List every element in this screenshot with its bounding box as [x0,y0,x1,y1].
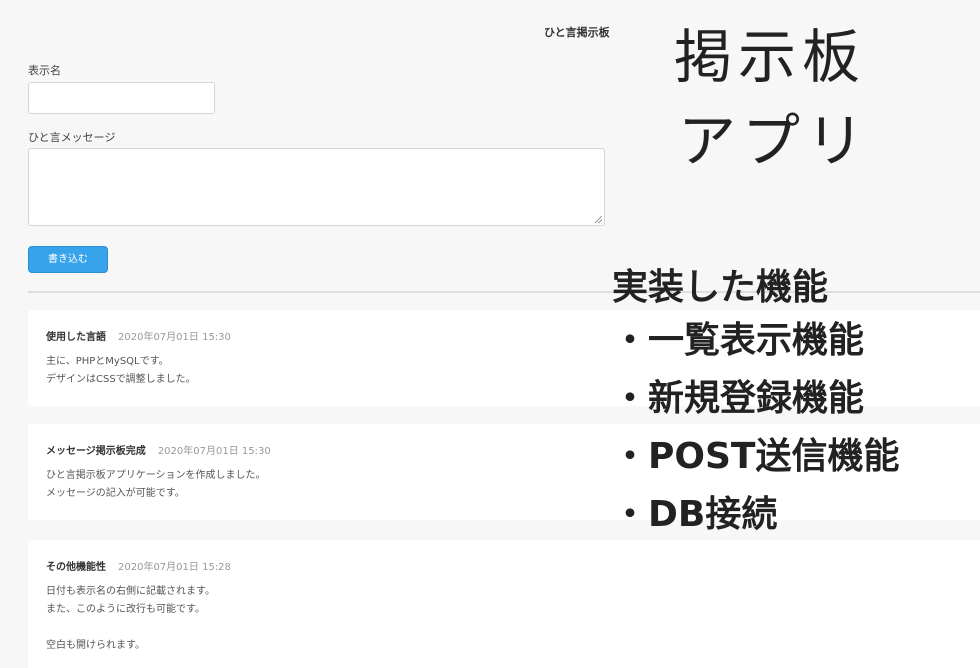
resize-handle-icon[interactable] [595,216,602,223]
post-date: 2020年07月01日 15:30 [118,332,231,343]
overlay-heading-line2: アプリ [678,107,871,175]
post-body: 日付も表示名の右側に記載されます。 また、このように改行も可能です。 空白も開け… [46,583,980,655]
display-name-label: 表示名 [28,64,61,77]
feature-list-title: 実装した機能 [612,267,829,308]
post-line: 空白も開けられます。 [46,640,145,651]
overlay-heading-line1: 掲示板 [674,23,867,91]
post-card: その他機能性 2020年07月01日 15:28 日付も表示名の右側に記載されま… [28,540,980,668]
feature-list: 実装した機能 ・一覧表示機能 ・新規登録機能 ・POST送信機能 ・DB接続 [612,264,980,544]
post-date: 2020年07月01日 15:30 [157,446,271,457]
message-textarea[interactable] [28,148,605,226]
submit-button[interactable]: 書き込む [28,246,108,273]
message-label: ひと言メッセージ [28,131,116,144]
post-title: 使用した言語 [46,332,106,343]
feature-item: ・新規登録機能 [612,378,865,419]
feature-item: ・DB接続 [612,494,778,535]
feature-item: ・一覧表示機能 [612,320,865,361]
post-line-blank [46,619,980,637]
post-title: メッセージ掲示板完成 [46,446,146,457]
post-line: また、このように改行も可能です。 [46,604,205,615]
display-name-input[interactable] [28,82,215,114]
page-title: ひと言掲示板 [544,26,610,39]
post-line: 日付も表示名の右側に記載されます。 [46,586,215,597]
post-title: その他機能性 [46,562,106,573]
feature-item: ・POST送信機能 [612,436,900,477]
post-date: 2020年07月01日 15:28 [118,562,231,573]
